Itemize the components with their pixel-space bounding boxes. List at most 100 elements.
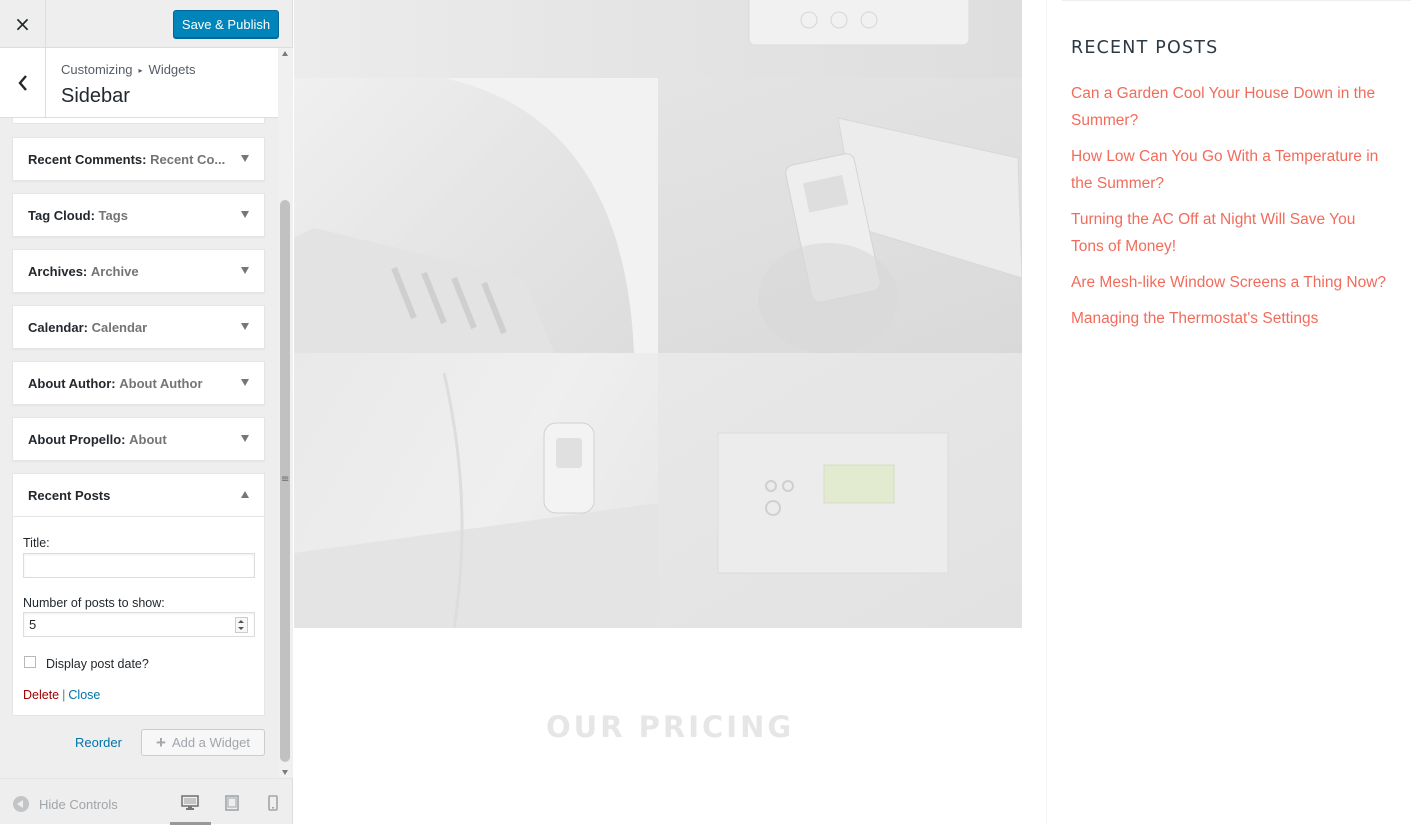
widgets-list: Recent Comments: Recent Co... Tag Cloud:… (0, 118, 278, 778)
breadcrumb-customizing: Customizing (61, 62, 133, 77)
display-date-label[interactable]: Display post date? (46, 657, 149, 671)
widget-title: Archives: Archive (28, 264, 139, 279)
hide-controls-button[interactable]: Hide Controls (13, 796, 118, 812)
widget-archives[interactable]: Archives: Archive (12, 249, 265, 293)
widget-type: Recent Comments: (28, 152, 147, 167)
stepper-down-icon[interactable] (238, 627, 244, 630)
plus-icon: + (156, 733, 166, 752)
reorder-link[interactable]: Reorder (75, 735, 122, 750)
widget-type: About Author: (28, 376, 116, 391)
widget-actions: Delete | Close (23, 688, 100, 702)
widget-about-author[interactable]: About Author: About Author (12, 361, 265, 405)
widget-partial-top (12, 118, 265, 124)
gallery-image-illustration (294, 78, 658, 353)
resize-handle-icon[interactable]: ≡ (281, 475, 289, 485)
widget-recent-comments[interactable]: Recent Comments: Recent Co... (12, 137, 265, 181)
widget-instance-title: Recent Co... (150, 152, 226, 167)
widget-type: Calendar: (28, 320, 88, 335)
customizer-topbar: × Save & Publish (0, 0, 292, 48)
hide-controls-label: Hide Controls (39, 796, 118, 812)
expand-arrow-icon[interactable] (241, 379, 249, 386)
expand-arrow-icon[interactable] (241, 435, 249, 442)
close-customizer-button[interactable]: × (0, 0, 46, 48)
stepper-up-icon[interactable] (238, 620, 244, 623)
chevron-left-icon (17, 75, 27, 91)
expand-arrow-icon[interactable] (241, 323, 249, 330)
widget-tag-cloud[interactable]: Tag Cloud: Tags (12, 193, 265, 237)
widget-type: Archives: (28, 264, 88, 279)
expand-arrow-icon[interactable] (241, 267, 249, 274)
widget-title: About Author: About Author (28, 376, 203, 391)
recent-posts-heading: RECENT POSTS (1071, 38, 1219, 58)
post-count-value: 5 (29, 617, 37, 632)
desktop-preview-button[interactable] (180, 793, 200, 813)
sidebar-top-border (1062, 0, 1411, 1)
scroll-up-icon[interactable] (282, 51, 288, 56)
sidebar-divider (1046, 0, 1047, 824)
tablet-preview-button[interactable] (222, 793, 242, 813)
gallery-image-illustration (748, 0, 970, 46)
post-count-label: Number of posts to show: (23, 596, 165, 610)
mobile-preview-button[interactable] (263, 793, 283, 813)
widget-instance-title: Archive (90, 264, 139, 279)
widget-title: Recent Comments: Recent Co... (28, 152, 225, 167)
breadcrumb: Customizing ▸ Widgets (61, 62, 196, 77)
post-count-stepper[interactable]: 5 (23, 612, 255, 637)
widget-instance-title: About (129, 432, 167, 447)
tablet-icon (225, 795, 239, 811)
widget-type: About Propello: (28, 432, 126, 447)
back-button[interactable] (0, 48, 46, 118)
recent-post-link[interactable]: Are Mesh-like Window Screens a Thing Now… (1071, 269, 1391, 296)
panel-scrollbar[interactable] (278, 48, 293, 778)
widget-instance-title: Tags (98, 208, 128, 223)
customizer-footer: Hide Controls (0, 778, 292, 825)
gallery-image (294, 353, 658, 628)
breadcrumb-widgets: Widgets (148, 62, 196, 77)
save-publish-button[interactable]: Save & Publish (173, 10, 279, 38)
pricing-heading: OUR PRICING (546, 710, 795, 744)
expand-arrow-icon[interactable] (241, 155, 249, 162)
desktop-icon (181, 795, 199, 810)
title-input[interactable] (23, 553, 255, 578)
widget-instance-title: About Author (119, 376, 203, 391)
collapse-icon (13, 796, 29, 812)
collapse-arrow-icon[interactable] (241, 491, 249, 498)
actions-separator: | (62, 688, 66, 702)
gallery-image-illustration (758, 117, 1022, 353)
stepper-arrows[interactable] (235, 617, 248, 633)
widget-title: About Propello: About (28, 432, 167, 447)
widget-title: Recent Posts (28, 488, 111, 503)
widget-type: Tag Cloud: (28, 208, 95, 223)
recent-post-link[interactable]: How Low Can You Go With a Temperature in… (1071, 143, 1391, 197)
recent-post-link[interactable]: Turning the AC Off at Night Will Save Yo… (1071, 206, 1391, 260)
site-preview: OUR PRICING RECENT POSTS Can a Garden Co… (294, 0, 1411, 824)
widget-calendar[interactable]: Calendar: Calendar (12, 305, 265, 349)
gallery-image (658, 353, 1022, 628)
delete-widget-link[interactable]: Delete (23, 688, 59, 702)
recent-posts-list: Can a Garden Cool Your House Down in the… (1071, 80, 1391, 341)
expand-arrow-icon[interactable] (241, 211, 249, 218)
gallery-image-illustration (717, 432, 949, 574)
gallery-image (294, 78, 658, 353)
recent-post-link[interactable]: Managing the Thermostat's Settings (1071, 305, 1391, 332)
section-header: Customizing ▸ Widgets Sidebar (0, 48, 278, 118)
close-icon: × (14, 12, 31, 36)
gallery-image (658, 78, 1022, 353)
gallery-image (294, 0, 1022, 78)
gallery-image-illustration (294, 372, 658, 628)
preview-sidebar: RECENT POSTS Can a Garden Cool Your Hous… (1046, 0, 1411, 824)
breadcrumb-separator: ▸ (138, 66, 143, 75)
widget-title: Calendar: Calendar (28, 320, 147, 335)
scroll-down-icon[interactable] (282, 770, 288, 775)
recent-post-link[interactable]: Can a Garden Cool Your House Down in the… (1071, 80, 1391, 134)
display-date-checkbox[interactable] (24, 656, 36, 668)
widget-instance-title: Calendar (91, 320, 148, 335)
widget-recent-posts-header[interactable]: Recent Posts (13, 474, 264, 517)
widget-title: Tag Cloud: Tags (28, 208, 128, 223)
widget-recent-posts: Recent Posts Title: Number of posts to s… (12, 473, 265, 716)
add-widget-button[interactable]: + Add a Widget (141, 729, 265, 756)
widget-about-propello[interactable]: About Propello: About (12, 417, 265, 461)
mobile-icon (268, 795, 278, 811)
title-field-label: Title: (23, 536, 50, 550)
close-widget-link[interactable]: Close (68, 688, 100, 702)
